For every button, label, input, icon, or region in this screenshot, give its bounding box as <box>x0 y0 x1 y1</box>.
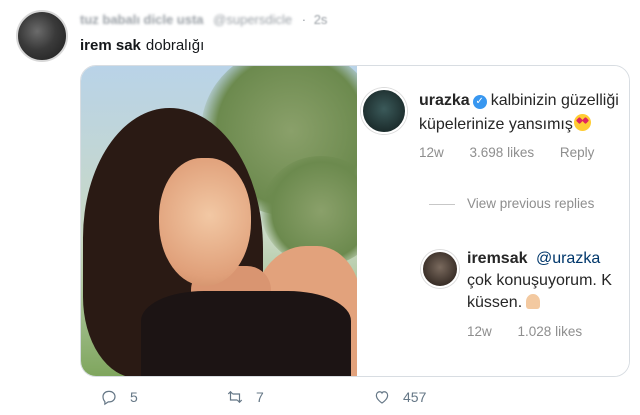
verified-icon: ✓ <box>472 95 487 109</box>
media-photo[interactable] <box>81 66 357 376</box>
reply-count: 5 <box>130 389 138 405</box>
comment2-age: 12w <box>467 324 492 339</box>
comment1-meta: 12w 3.698 likes Reply <box>419 145 616 160</box>
praying-hands-emoji-icon <box>526 294 541 309</box>
comment1-age: 12w <box>419 145 444 160</box>
tweet-text: irem sak dobralığı <box>80 37 204 54</box>
tweet-body: dobralığı <box>145 37 205 54</box>
heart-eyes-emoji-icon <box>573 114 591 131</box>
reply-icon <box>102 390 116 406</box>
comment2-user[interactable]: iremsak <box>467 250 528 267</box>
like-count: 457 <box>403 389 427 405</box>
comment2-mention[interactable]: @urazka <box>536 250 600 267</box>
tweet-time[interactable]: 2s <box>314 12 328 27</box>
comment1-likes[interactable]: 3.698 likes <box>470 145 535 160</box>
like-action[interactable]: 457 <box>373 388 426 406</box>
comment1-line2: küpelerinize yansımış <box>419 114 591 134</box>
tweet-actions: 5 7 457 <box>80 388 500 410</box>
comment1-avatar[interactable] <box>361 88 407 134</box>
author-name[interactable]: tuz babalı dicle usta <box>80 12 204 27</box>
view-previous-replies[interactable]: View previous replies <box>428 196 594 211</box>
comment1-text-2: küpelerinize yansımış <box>419 116 573 133</box>
tweet-mention: irem sak <box>80 37 141 54</box>
comment1-line1: urazka ✓ kalbinizin güzelliği <box>419 92 619 110</box>
author-avatar[interactable] <box>16 10 68 62</box>
comment2-text-2: çok konuşuyorum. K <box>467 272 612 289</box>
comment2-line1: iremsak @urazka <box>467 250 600 268</box>
comment2-likes[interactable]: 1.028 likes <box>518 324 583 339</box>
retweet-icon <box>227 390 243 404</box>
photo-top <box>141 291 351 376</box>
comment2-text-3: küssen. <box>467 294 523 311</box>
comment2-line3: küssen. <box>467 294 541 312</box>
photo-face <box>159 158 251 286</box>
tweet-media[interactable]: urazka ✓ kalbinizin güzelliği küpelerinize… <box>80 65 630 377</box>
comment1-user[interactable]: urazka <box>419 92 470 109</box>
retweet-action[interactable]: 7 <box>226 388 264 406</box>
separator-dot: · <box>301 12 307 27</box>
comments-panel: urazka ✓ kalbinizin güzelliği küpelerinize… <box>357 66 629 376</box>
comment2-line2: çok konuşuyorum. K <box>467 272 612 290</box>
author-handle[interactable]: @supersdicle <box>213 12 292 27</box>
heart-icon <box>375 391 389 404</box>
tweet-header: tuz babalı dicle usta @supersdicle · 2s <box>80 12 327 27</box>
comment1-reply-button[interactable]: Reply <box>560 145 595 160</box>
retweet-count: 7 <box>256 389 264 405</box>
comment2-avatar[interactable] <box>421 250 459 288</box>
comment2-meta: 12w 1.028 likes <box>467 324 604 339</box>
comment1-text-1: kalbinizin güzelliği <box>490 92 619 109</box>
reply-action[interactable]: 5 <box>100 388 138 406</box>
